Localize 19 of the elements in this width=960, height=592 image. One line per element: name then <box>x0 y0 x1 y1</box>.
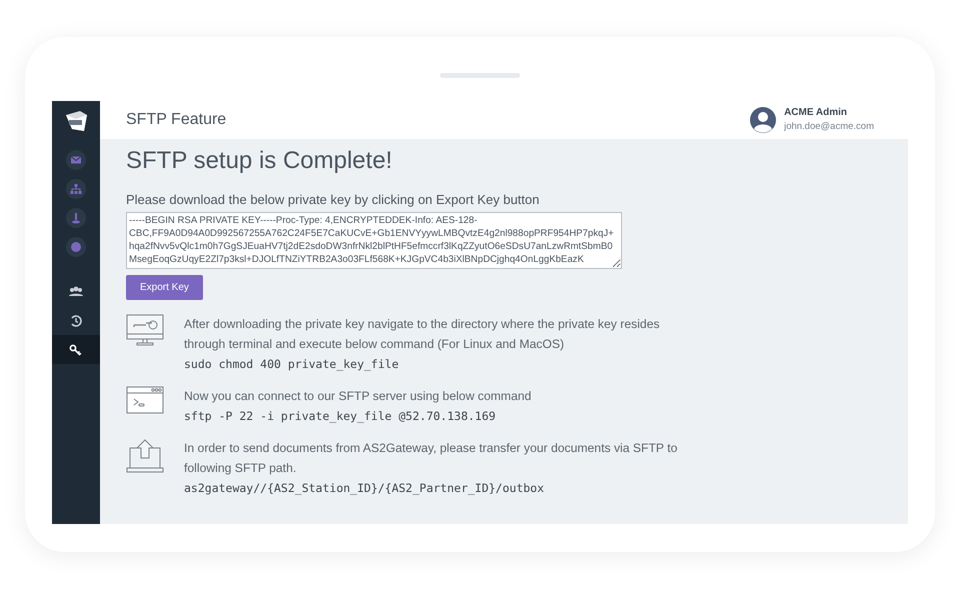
user-email: john.doe@acme.com <box>784 120 874 134</box>
command-text: sftp -P 22 -i private_key_file @52.70.138.169 <box>184 408 497 426</box>
page-title: SFTP Feature <box>126 110 226 130</box>
export-key-button[interactable]: Export Key <box>126 275 203 300</box>
instruction-text: Please download the below private key by clicking on Export Key button <box>126 190 540 209</box>
user-name: ACME Admin <box>784 106 848 120</box>
avatar-icon <box>750 107 776 133</box>
envelope-icon <box>66 150 86 170</box>
sidebar-item[interactable] <box>52 335 100 364</box>
circle-icon <box>66 236 86 256</box>
step-description: Now you can connect to our SFTP server using below command <box>184 388 532 406</box>
private-key-field[interactable]: -----BEGIN RSA PRIVATE KEY-----Proc-Type: 4,ENCRYPTEDDEK-Info: AES-128-CBC,FF9A0D94A0D992567255A762C24F5E7CaKUCvE+Gb1ENVYyywLMBQvtzE4g2nl988opPRF954HP7pkqJ+hqa2fNvv5vQlc1m0h7GgSJEuaHV7tj2dE2sdoDW3nfrNkl2blPtHF5efmccrf3lKqZZyutO6eSDsU7anLzwRmtSbmB0MsegEoqGzUqyE2Zl7p3ksl+DJOLfTNZiYTRB2A3o03FLf568K+KJGpVC4b3iXlBNpDCjghq4OnLggKbEazK <box>126 212 622 270</box>
step-description: In order to send documents from AS2Gateway, please transfer your documents via SFTP to following SFTP path. <box>184 440 678 478</box>
command-text: as2gateway//{AS2_Station_ID}/{AS2_Partner_ID}/outbox <box>184 480 546 498</box>
sitemap-icon <box>66 178 86 198</box>
step-description: After downloading the private key navigate to the directory where the private key resides through terminal and execute below command (For Linux and MacOS) <box>184 316 661 354</box>
command-text: sudo chmod 400 private_key_file <box>184 356 400 374</box>
laptop-upload-icon <box>126 438 164 474</box>
setup-heading: SFTP setup is Complete! <box>126 147 394 176</box>
